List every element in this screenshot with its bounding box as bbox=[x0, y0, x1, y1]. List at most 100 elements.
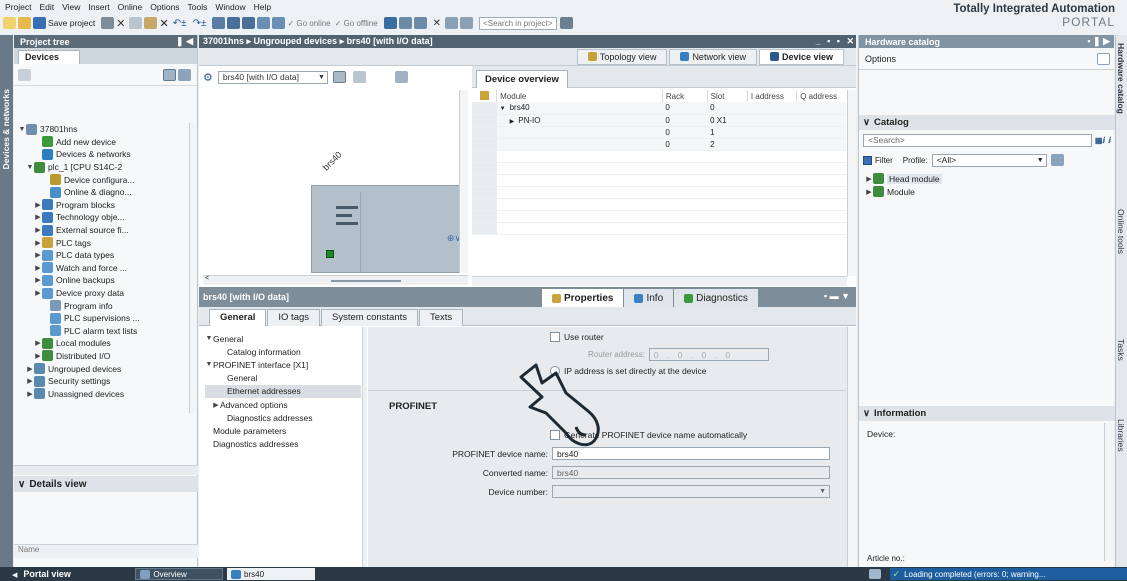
prop-nav-item[interactable]: Module parameters bbox=[205, 424, 361, 437]
row-expand-icon[interactable]: ▶ bbox=[510, 119, 515, 125]
menu-options[interactable]: Options bbox=[150, 2, 179, 12]
tree-item[interactable]: ▶ PLC tags bbox=[14, 236, 190, 249]
table-row[interactable] bbox=[472, 174, 846, 186]
go-offline-button[interactable]: ✓ Go offline bbox=[335, 19, 378, 28]
menu-view[interactable]: View bbox=[62, 2, 80, 12]
collapse-project-tree-icon[interactable]: ❚ ◀ bbox=[176, 36, 193, 47]
device-name-input[interactable]: brs40 bbox=[552, 447, 830, 460]
overview-col-q-address[interactable]: Q address bbox=[796, 90, 846, 102]
prop-nav-item[interactable]: Catalog information bbox=[205, 345, 361, 358]
tree-item[interactable]: ▶ External source fi... bbox=[14, 224, 190, 237]
start-cpu-icon[interactable] bbox=[413, 17, 427, 29]
canvas-hscroll[interactable]: < bbox=[203, 275, 468, 285]
save-button[interactable]: Save project bbox=[48, 18, 95, 28]
tree-item[interactable]: ▶ Technology obje... bbox=[14, 211, 190, 224]
overview-col-rack[interactable]: Rack bbox=[661, 90, 708, 102]
overview-vscroll[interactable] bbox=[847, 90, 856, 276]
tree-item[interactable]: Program info bbox=[14, 299, 190, 312]
tree-expand-icon[interactable]: ▶ bbox=[34, 339, 42, 347]
catalog-expand-icon[interactable]: ▶ bbox=[865, 188, 873, 196]
catalog-item[interactable]: ▶ Module bbox=[865, 185, 1105, 198]
copy-icon[interactable] bbox=[129, 17, 143, 29]
catalog-profile-settings-icon[interactable] bbox=[1050, 154, 1064, 166]
open-project-icon[interactable] bbox=[18, 17, 31, 29]
nav-expand-icon[interactable]: ▶ bbox=[212, 401, 220, 409]
prop-nav-item[interactable]: Diagnostics addresses bbox=[205, 411, 361, 424]
prop-nav-item[interactable]: Ethernet addresses bbox=[205, 384, 361, 398]
catalog-search-input[interactable]: <Search> bbox=[863, 133, 1092, 147]
tree-expand-icon[interactable]: ▶ bbox=[34, 251, 42, 259]
table-row[interactable]: ▶ PN-IO 0 0 X1 bbox=[472, 114, 846, 126]
menu-edit[interactable]: Edit bbox=[39, 2, 54, 12]
tree-expand-icon[interactable]: ▶ bbox=[34, 289, 42, 297]
tab-diagnostics[interactable]: Diagnostics bbox=[674, 289, 758, 307]
prop-tab-texts[interactable]: Texts bbox=[419, 308, 464, 326]
tree-expand-icon[interactable]: ▶ bbox=[26, 390, 34, 398]
menu-help[interactable]: Help bbox=[254, 2, 271, 12]
catalog-search-up-icon[interactable]: ⅈ bbox=[1108, 136, 1111, 145]
prop-tab-io-tags[interactable]: IO tags bbox=[267, 308, 321, 326]
tree-item[interactable]: ▶ Ungrouped devices bbox=[14, 362, 190, 375]
devices-networks-sidetab[interactable]: Devices & networks bbox=[0, 35, 13, 567]
project-tree-scrollbar[interactable] bbox=[189, 123, 197, 413]
tree-expand-icon[interactable]: ▼ bbox=[26, 164, 34, 171]
new-project-icon[interactable] bbox=[3, 17, 16, 29]
side-tab-online-tools[interactable]: Online tools bbox=[1116, 205, 1126, 258]
row-expand-icon[interactable]: ▼ bbox=[500, 106, 506, 112]
save-icon[interactable] bbox=[33, 17, 46, 29]
tab-device-overview[interactable]: Device overview bbox=[476, 70, 568, 88]
zoom-icon[interactable] bbox=[352, 71, 366, 83]
catalog-profile-dropdown[interactable]: <All> ▼ bbox=[931, 153, 1047, 167]
paste-icon[interactable] bbox=[144, 17, 158, 29]
overview-col-module[interactable]: Module bbox=[496, 90, 663, 102]
tab-topology-view[interactable]: Topology view bbox=[576, 48, 668, 65]
go-online-button[interactable]: ✓ Go online bbox=[287, 19, 330, 28]
menu-project[interactable]: Project bbox=[5, 2, 31, 12]
catalog-section-header[interactable]: ∨ Catalog bbox=[859, 115, 1115, 130]
show-module-labels-icon[interactable] bbox=[394, 71, 408, 83]
tree-item[interactable]: ▼ plc_1 [CPU S14C-2 bbox=[14, 161, 190, 174]
nav-expand-icon[interactable]: ▼ bbox=[205, 361, 213, 368]
search-project-icon[interactable] bbox=[560, 17, 574, 29]
compile-icon[interactable] bbox=[212, 17, 226, 29]
search-project-input[interactable]: <Search in project> bbox=[479, 16, 558, 30]
close-project-icon[interactable]: ✕ bbox=[433, 18, 441, 29]
catalog-filter-checkbox[interactable] bbox=[863, 155, 872, 165]
cut-icon[interactable]: ✕ bbox=[116, 17, 125, 30]
device-select-dropdown[interactable]: brs40 [with I/O data] ▼ bbox=[217, 70, 328, 84]
tree-expand-icon[interactable]: ▼ bbox=[18, 126, 26, 133]
converted-name-input[interactable]: brs40 bbox=[552, 466, 830, 479]
table-row[interactable]: 02 bbox=[472, 138, 846, 150]
menu-tools[interactable]: Tools bbox=[188, 2, 208, 12]
table-row[interactable] bbox=[472, 162, 846, 174]
stop-cpu-icon[interactable] bbox=[272, 17, 286, 29]
tree-item[interactable]: PLC alarm text lists bbox=[14, 325, 190, 338]
properties-toggle-icon[interactable] bbox=[332, 71, 346, 83]
tab-devices[interactable]: Devices bbox=[18, 50, 80, 64]
tree-expand-icon[interactable]: ▶ bbox=[34, 213, 42, 221]
undo-icon[interactable]: ↶± bbox=[173, 18, 187, 29]
tree-view-icon[interactable] bbox=[18, 68, 31, 81]
catalog-search-down-icon[interactable]: ▦ⅈ bbox=[1095, 136, 1105, 145]
device-module-graphic[interactable] bbox=[311, 185, 461, 273]
split-editor-horizontal-icon[interactable] bbox=[445, 17, 459, 29]
tree-item[interactable]: Device configura... bbox=[14, 173, 190, 186]
overview-hscroll[interactable] bbox=[472, 276, 847, 286]
tree-item[interactable]: ▶ Unassigned devices bbox=[14, 387, 190, 400]
use-router-checkbox[interactable] bbox=[550, 332, 560, 342]
prop-nav-item[interactable]: ▶ Advanced options bbox=[205, 398, 361, 411]
tree-expand-icon[interactable]: ▶ bbox=[26, 365, 34, 373]
nav-expand-icon[interactable]: ▼ bbox=[205, 335, 213, 342]
delete-icon[interactable]: ✕ bbox=[159, 17, 168, 30]
editor-window-controls[interactable]: _ ▪ ▪ ✕ bbox=[816, 36, 856, 47]
tab-network-view[interactable]: Network view bbox=[669, 48, 757, 65]
cross-ref-icon[interactable] bbox=[398, 17, 412, 29]
redo-icon[interactable]: ↷± bbox=[193, 18, 207, 29]
nav-divider[interactable] bbox=[362, 327, 367, 567]
prop-tab-system-constants[interactable]: System constants bbox=[321, 308, 418, 326]
tree-expand-icon[interactable]: ▶ bbox=[34, 239, 42, 247]
device-number-dropdown[interactable]: ▼ bbox=[552, 485, 830, 498]
catalog-options-toggle-icon[interactable] bbox=[1097, 52, 1110, 65]
download-icon[interactable] bbox=[227, 17, 241, 29]
table-row[interactable]: ▼ brs40 0 0 bbox=[472, 102, 846, 114]
